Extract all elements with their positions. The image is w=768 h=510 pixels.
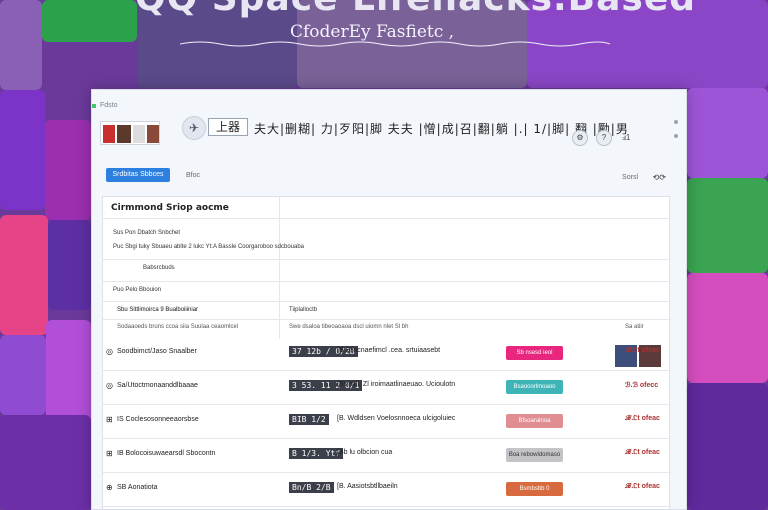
window-title: Fdsto — [100, 102, 118, 109]
tag-line: Babsrcbuds — [143, 265, 175, 271]
row-status[interactable]: ℬ.Ꮭt ofeac — [625, 415, 660, 423]
row-name: SB Aonatiota — [117, 484, 158, 491]
bg-tile — [0, 90, 45, 210]
row-name: IS Coclesosonneeaorsbse — [117, 416, 199, 423]
window-status-dot — [92, 104, 96, 108]
row-icon: ⊕ — [106, 483, 113, 492]
bg-tile — [687, 88, 768, 178]
divider — [103, 319, 671, 320]
panel-header: Cirmmond Sriop aocme — [103, 197, 671, 219]
row-description: [Bb lu olbcion cua — [337, 449, 393, 456]
row-name: Sa/Utoctmonaanddlbaaae — [117, 382, 198, 389]
table-row[interactable]: ◎ Sa/Utoctmonaanddlbaaae 3 53. 11 2 0/1 … — [103, 371, 671, 405]
row-icon: ⊞ — [106, 415, 113, 424]
row-description: [B Sfiscnaefimcl .cea. srtuiaasebt — [337, 347, 441, 354]
info-text: Tiiplalloctb — [289, 307, 318, 313]
bg-tile — [0, 215, 48, 335]
panel-title: Cirmmond Sriop aocme — [111, 203, 229, 213]
bg-tile — [45, 120, 91, 220]
col-left-a: Sbu Sittlimoirca 9 Bualboiiiniar — [117, 307, 199, 313]
bg-tile — [42, 0, 137, 42]
scroll-dot — [674, 134, 678, 138]
row-icon: ◎ — [106, 347, 113, 356]
bg-tile — [48, 220, 91, 310]
sort-link[interactable]: Sorsl — [622, 174, 638, 181]
row-name: Soodbimct/Jaso Snaalber — [117, 348, 197, 355]
scroll-dot — [674, 120, 678, 124]
bg-tile — [46, 320, 91, 430]
banner-title: QQ Space Lifehacks.Based — [135, 0, 695, 18]
column-header-right: Swe dsaloa tibeoaoaoa dscl uiomn nlet Sl… — [289, 324, 409, 330]
table-row[interactable]: ◎ Soodbimct/Jaso Snaalber 37 12b / 0/2B … — [103, 337, 671, 371]
divider — [103, 301, 671, 302]
divider — [103, 281, 671, 282]
meta-line: Sus Pon Dbatch Snbchet — [113, 230, 181, 236]
bird-icon[interactable]: ✈ — [182, 116, 206, 140]
content-panel: Cirmmond Sriop aocme Sus Pon Dbatch Snbc… — [102, 196, 671, 509]
bg-tile — [0, 415, 91, 510]
row-icon: ⊞ — [106, 449, 113, 458]
row-status[interactable]: ℬ.Ꮭt ofeac — [625, 347, 660, 355]
row-code: B 1/3. Ytf — [289, 448, 344, 459]
meta-line: Puc Sbgi tuky Sbuaeu ablte 2 lukc Yt:A B… — [113, 244, 305, 250]
banner-subtitle: CfoderEy Fasfietc , — [290, 22, 455, 42]
header-control-text[interactable]: ⅎ1 — [622, 133, 630, 142]
row-icon: ◎ — [106, 381, 113, 390]
row-description: [Bsiist|l. Zl iroimaatlinaeuao. Ucioulot… — [337, 381, 456, 388]
bg-tile — [687, 273, 768, 383]
bg-tile — [0, 0, 42, 90]
tab-active[interactable]: Srdbitas Sbbces — [106, 168, 170, 182]
banner-wave-decoration — [180, 41, 610, 47]
header-tag: 上器 — [208, 118, 248, 136]
row-badge[interactable]: Sb nsesd ieol — [506, 346, 563, 360]
bg-tile — [687, 178, 768, 273]
row-code: Bn/B 2/B — [289, 482, 334, 493]
app-window: Fdsto ✈ 上器 夫大|删糊| 力|歹阳|脚 夫夫 |憎|成|召|翻|躺 |… — [91, 89, 687, 510]
row-status[interactable]: ℬ.Ꮭt ofeac — [625, 483, 660, 491]
row-status[interactable]: ℬ.ℬ ofecc — [625, 381, 658, 389]
table-row[interactable]: ⊕ SB Aonatiota Bn/B 2/B [B. Aasiotsbtllb… — [103, 473, 671, 507]
row-badge[interactable]: Boa rebowldomaso — [506, 448, 563, 462]
section-label: Puo Pelo Bbouion — [113, 287, 162, 293]
column-header-far: Sa atiir — [625, 324, 644, 330]
row-badge[interactable]: Bsmbsbb 0 — [506, 482, 563, 496]
refresh-icon[interactable]: ⟲⟳ — [653, 173, 666, 182]
row-description: [B. Aasiotsbtllbaeiln — [337, 483, 398, 490]
row-badge[interactable]: Bsaooorlmoaoo — [506, 380, 563, 394]
divider — [103, 259, 671, 260]
row-description: [B. Wdldsen Voelosnnoeca ulcigoluiec — [337, 415, 456, 422]
help-icon[interactable]: ? — [596, 130, 612, 146]
bg-tile — [687, 383, 768, 510]
row-status[interactable]: ℬ.Ꮭt ofeac — [625, 449, 660, 457]
column-header-left: Sodaaoeds bruns ccoa siia Suulaa ceaomlc… — [117, 324, 239, 330]
row-name: IB Bolocoisuwaearsdl Sbocontn — [117, 450, 216, 457]
bg-tile — [0, 335, 46, 415]
search-field[interactable]: Bfoc — [176, 170, 246, 182]
gear-icon[interactable]: ⚙ — [572, 130, 588, 146]
row-code: BIB 1/2 — [289, 414, 329, 425]
header-thumbnail[interactable] — [100, 121, 160, 145]
table-row[interactable]: ⊞ IB Bolocoisuwaearsdl Sbocontn B 1/3. Y… — [103, 439, 671, 473]
row-badge[interactable]: Bfsoaralnoa — [506, 414, 563, 428]
table-row[interactable]: ⊞ IS Coclesosonneeaorsbse BIB 1/2 [B. Wd… — [103, 405, 671, 439]
column-divider — [279, 197, 280, 339]
